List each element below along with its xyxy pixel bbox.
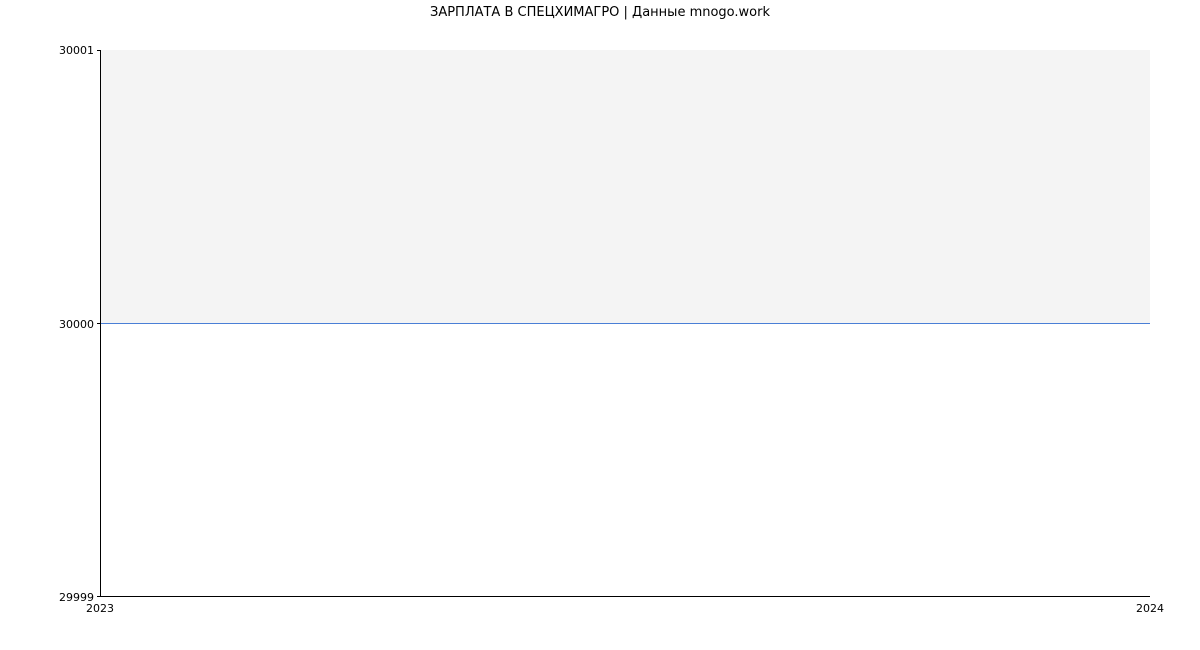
data-line-salary (101, 323, 1150, 324)
plot-background (100, 50, 1150, 597)
y-axis-tick-label: 30001 (39, 44, 94, 57)
x-axis-tick-label: 2024 (1130, 602, 1170, 615)
chart-plot-area: 30001 30000 29999 2023 2024 (100, 50, 1150, 597)
plot-background-lower (101, 323, 1150, 596)
y-axis-tick-label: 30000 (39, 318, 94, 331)
y-tick-mark (97, 50, 101, 51)
x-axis-tick-label: 2023 (80, 602, 120, 615)
y-tick-mark (97, 323, 101, 324)
chart-title: ЗАРПЛАТА В СПЕЦХИМАГРО | Данные mnogo.wo… (0, 0, 1200, 20)
y-tick-mark (97, 596, 101, 597)
